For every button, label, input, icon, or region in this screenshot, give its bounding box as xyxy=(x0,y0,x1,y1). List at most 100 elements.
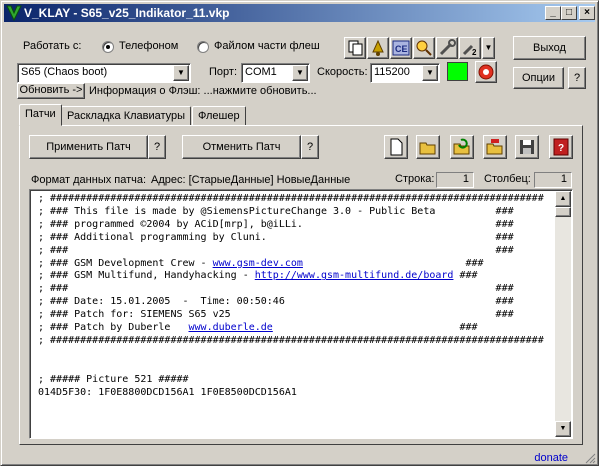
stop-icon[interactable] xyxy=(475,61,497,83)
work-with-label: Работать с: xyxy=(23,40,82,52)
scroll-up-icon[interactable]: ▲ xyxy=(555,191,571,207)
patch-format-label: Формат данных патча: xyxy=(31,174,147,186)
apply-patch-button[interactable]: Применить Патч xyxy=(29,135,148,159)
search-icon[interactable] xyxy=(413,37,435,59)
code-link[interactable]: http://www.gsm-multifund.de/board xyxy=(255,270,454,281)
patch-editor[interactable]: ; ######################################… xyxy=(29,189,573,439)
code-line: ; ### ### xyxy=(38,245,552,258)
code-text: ; ### programmed ©2004 by ACiD[mrp], b@i… xyxy=(38,218,514,230)
code-text: ; ### GSM Multifund, Handyhacking - xyxy=(38,270,255,282)
code-text: ; ### This file is made by @SiemensPictu… xyxy=(38,205,514,217)
port-combo[interactable]: COM1 ▼ xyxy=(241,63,310,83)
radio-phone-label[interactable]: Телефоном xyxy=(119,40,178,52)
new-file-icon[interactable] xyxy=(384,135,408,159)
code-line: ; ### Patch by Duberle www.duberle.de ##… xyxy=(38,322,552,335)
tab-flasher[interactable]: Флешер xyxy=(192,106,246,126)
title-bar[interactable]: V_KLAY - S65_v25_Indikator_11.vkp _ □ × xyxy=(4,4,595,22)
tab-flasher-label: Флешер xyxy=(198,110,240,122)
model-combo[interactable]: S65 (Chaos boot) ▼ xyxy=(17,63,191,83)
port-combo-value: COM1 xyxy=(245,66,277,78)
code-line xyxy=(38,348,552,361)
row-label: Строка: xyxy=(395,173,435,185)
code-line: ; ### Additional programming by Cluni. #… xyxy=(38,232,552,245)
chevron-down-icon[interactable]: ▼ xyxy=(422,65,438,81)
cancel-patch-button[interactable]: Отменить Патч xyxy=(182,135,301,159)
code-text: ### xyxy=(272,322,478,334)
column-field: 1 xyxy=(534,172,572,188)
folder-remove-icon[interactable] xyxy=(483,135,507,159)
patch-code-text[interactable]: ; ######################################… xyxy=(38,193,552,400)
options-button[interactable]: Опции xyxy=(513,67,564,89)
vertical-scrollbar[interactable]: ▲ ▼ xyxy=(555,191,571,437)
code-text: ; ### ### xyxy=(38,244,514,256)
cancel-patch-help-button[interactable]: ? xyxy=(301,135,319,159)
app-logo-icon xyxy=(6,5,22,21)
help-book-icon[interactable]: ? xyxy=(549,135,573,159)
apply-patch-help-button[interactable]: ? xyxy=(148,135,166,159)
svg-text:CE: CE xyxy=(395,44,408,54)
speed-label: Скорость: xyxy=(317,66,368,78)
radio-flash-file-label[interactable]: Файлом части флеш xyxy=(214,40,320,52)
exit-button[interactable]: Выход xyxy=(513,36,586,60)
scroll-thumb[interactable] xyxy=(555,207,571,217)
code-text: ; ######################################… xyxy=(38,193,544,204)
tab-patches-label: Патчи xyxy=(25,108,56,120)
tab-patches[interactable]: Патчи xyxy=(19,104,62,126)
options-help-button[interactable]: ? xyxy=(568,67,586,89)
chevron-down-icon[interactable]: ▼ xyxy=(292,65,308,81)
code-text: ; ### ### xyxy=(38,283,514,295)
code-line: 014D5F30: 1F0E8800DCD156A1 1F0E8500DCD15… xyxy=(38,387,552,400)
code-text: 014D5F30: 1F0E8800DCD156A1 1F0E8500DCD15… xyxy=(38,386,297,398)
save-icon[interactable] xyxy=(515,135,539,159)
resize-grip-icon[interactable] xyxy=(584,452,596,464)
radio-flash-file[interactable] xyxy=(197,41,209,53)
donate-link[interactable]: donate xyxy=(534,452,568,464)
code-line: ; ### programmed ©2004 by ACiD[mrp], b@i… xyxy=(38,219,552,232)
tab-keyboard-layout[interactable]: Раскладка Клавиатуры xyxy=(61,106,192,126)
code-line: ; ### Patch for: SIEMENS S65 v25 ### xyxy=(38,309,552,322)
code-line: ; ##### Picture 521 ##### xyxy=(38,374,552,387)
code-line: ; ### ### xyxy=(38,283,552,296)
main-window: V_KLAY - S65_v25_Indikator_11.vkp _ □ × … xyxy=(0,0,599,466)
copy-icon[interactable] xyxy=(344,37,366,59)
chevron-down-icon[interactable]: ▼ xyxy=(482,37,495,59)
flash-info-text: Информация о Флэш: ...нажмите обновить..… xyxy=(89,85,317,97)
window-title: V_KLAY - S65_v25_Indikator_11.vkp xyxy=(24,6,230,20)
scroll-down-icon[interactable]: ▼ xyxy=(555,421,571,437)
code-line: ; ### GSM Multifund, Handyhacking - http… xyxy=(38,270,552,283)
open-folder-icon[interactable] xyxy=(416,135,440,159)
reload-folder-icon[interactable] xyxy=(450,135,474,159)
code-link[interactable]: www.gsm-dev.com xyxy=(213,258,303,269)
radio-phone[interactable] xyxy=(102,41,114,53)
row-field: 1 xyxy=(436,172,474,188)
tools-icon[interactable] xyxy=(436,37,458,59)
code-line xyxy=(38,361,552,374)
patch-format-value: Адрес: [СтарыеДанные] НовыеДанные xyxy=(151,174,351,186)
refresh-button[interactable]: Обновить -> xyxy=(17,83,85,99)
code-text: ; ### Patch by Duberle xyxy=(38,322,189,334)
column-label: Столбец: xyxy=(484,173,531,185)
close-button[interactable]: × xyxy=(579,6,595,20)
speed-combo-value: 115200 xyxy=(374,66,410,78)
code-text: ; ######################################… xyxy=(38,334,544,346)
code-line: ; ######################################… xyxy=(38,335,552,348)
code-line: ; ### Date: 15.01.2005 - Time: 00:50:46 … xyxy=(38,296,552,309)
code-text: ; ### Date: 15.01.2005 - Time: 00:50:46 … xyxy=(38,296,514,308)
model-combo-value: S65 (Chaos boot) xyxy=(21,66,108,78)
bell-icon[interactable] xyxy=(367,37,389,59)
code-link[interactable]: www.duberle.de xyxy=(189,322,273,333)
code-text: ; ### Additional programming by Cluni. #… xyxy=(38,231,514,243)
chevron-down-icon[interactable]: ▼ xyxy=(173,65,189,81)
code-line: ; ### GSM Development Crew - www.gsm-dev… xyxy=(38,258,552,271)
tools-2-icon[interactable]: 2 xyxy=(459,37,481,59)
connection-status-indicator xyxy=(447,62,468,81)
code-text: ; ##### Picture 521 ##### xyxy=(38,373,189,385)
maximize-button[interactable]: □ xyxy=(561,6,577,20)
speed-combo[interactable]: 115200 ▼ xyxy=(370,63,440,83)
svg-text:2: 2 xyxy=(472,48,477,57)
ce-icon[interactable]: CE xyxy=(390,37,412,59)
minimize-button[interactable]: _ xyxy=(545,6,561,20)
tab-keyboard-layout-label: Раскладка Клавиатуры xyxy=(67,110,186,122)
code-text: ; ### Patch for: SIEMENS S65 v25 ### xyxy=(38,309,514,321)
